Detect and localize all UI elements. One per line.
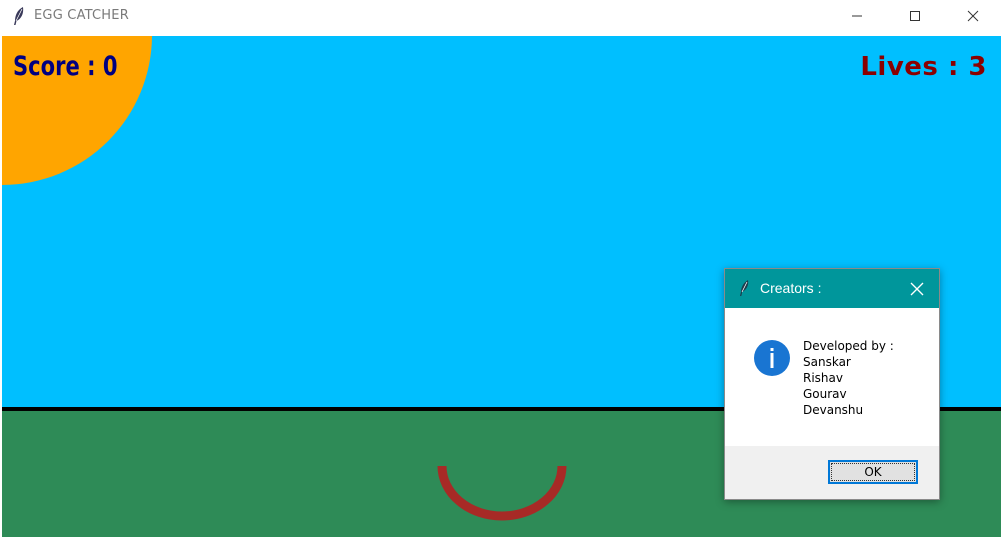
score-label: Score : 0 (13, 51, 118, 82)
dialog-close-button[interactable] (905, 277, 929, 301)
dialog-body: Developed by : Sanskar Rishav Gourav Dev… (725, 308, 939, 446)
close-button[interactable] (950, 0, 996, 32)
dialog-footer: OK (725, 446, 939, 499)
minimize-icon (852, 15, 862, 17)
dialog-title-bar[interactable]: Creators : (725, 269, 939, 308)
game-window: EGG CATCHER Score : 0 Lives : 3 Creators… (0, 0, 1002, 539)
minimize-button[interactable] (834, 0, 880, 32)
maximize-icon (910, 11, 920, 21)
creators-dialog: Creators : Developed by : Sanskar Rishav… (724, 268, 940, 500)
message-line: Developed by : (803, 339, 894, 353)
lives-label: Lives : 3 (860, 52, 987, 82)
message-line: Rishav (803, 371, 843, 385)
message-line: Sanskar (803, 355, 851, 369)
title-bar[interactable]: EGG CATCHER (0, 0, 1002, 32)
feather-icon (738, 279, 750, 297)
egg-catcher-basket[interactable] (432, 458, 572, 523)
info-icon (753, 339, 791, 377)
window-title: EGG CATCHER (34, 8, 129, 23)
ok-button[interactable]: OK (828, 460, 918, 484)
dialog-message: Developed by : Sanskar Rishav Gourav Dev… (803, 338, 894, 418)
feather-icon (12, 6, 26, 26)
close-icon (967, 10, 979, 22)
dialog-title: Creators : (760, 280, 822, 296)
message-line: Gourav (803, 387, 847, 401)
message-line: Devanshu (803, 403, 864, 417)
close-icon (910, 282, 924, 296)
maximize-button[interactable] (892, 0, 938, 32)
